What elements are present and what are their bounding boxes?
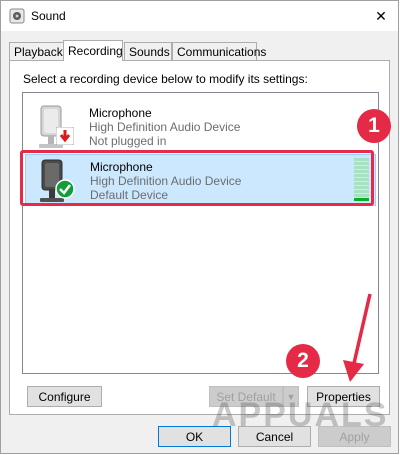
cancel-button[interactable]: Cancel	[238, 426, 311, 447]
green-check-icon	[55, 179, 75, 199]
chevron-down-icon: ▼	[286, 391, 296, 402]
instruction-text: Select a recording device below to modif…	[23, 72, 308, 86]
tab-recording[interactable]: Recording	[63, 40, 123, 61]
title-bar: Sound ✕	[1, 1, 398, 31]
device-item-microphone-unplugged[interactable]: Microphone High Definition Audio Device …	[25, 101, 376, 153]
close-icon: ✕	[375, 7, 387, 24]
configure-button[interactable]: Configure	[27, 386, 102, 407]
tab-label: Sounds	[129, 45, 170, 59]
ok-button[interactable]: OK	[158, 426, 231, 447]
apply-button[interactable]: Apply	[318, 426, 391, 447]
tab-communications[interactable]: Communications	[172, 42, 266, 60]
close-button[interactable]: ✕	[364, 1, 398, 31]
device-list[interactable]: Microphone High Definition Audio Device …	[22, 92, 379, 374]
tab-label: Playback	[14, 45, 63, 59]
step-badge-1: 1	[357, 109, 391, 143]
tab-label: Communications	[177, 45, 267, 59]
arrow-annotation-icon	[343, 293, 372, 382]
tab-label: Recording	[68, 44, 123, 58]
step-badge-2: 2	[286, 344, 320, 378]
button-label: Apply	[339, 429, 370, 444]
button-label: Properties	[316, 389, 371, 404]
tab-playback[interactable]: Playback	[9, 42, 64, 60]
red-down-arrow-icon	[56, 127, 74, 145]
set-default-button[interactable]: Set Default	[209, 386, 283, 407]
button-label: Configure	[38, 389, 91, 404]
badge-number: 2	[297, 349, 309, 372]
button-label: Cancel	[255, 429, 294, 444]
badge-number: 1	[368, 114, 380, 137]
set-default-dropdown[interactable]: ▼	[283, 386, 299, 407]
button-label: Set Default	[216, 389, 276, 404]
recording-panel: Select a recording device below to modif…	[9, 60, 390, 415]
device-status: Default Device	[90, 188, 169, 202]
button-label: OK	[185, 429, 204, 444]
tab-sounds[interactable]: Sounds	[124, 42, 172, 60]
window-title: Sound	[31, 9, 66, 23]
device-name: Microphone	[90, 160, 153, 174]
device-name: Microphone	[89, 106, 152, 120]
speaker-icon	[9, 8, 25, 24]
device-description: High Definition Audio Device	[89, 120, 241, 134]
level-meter	[354, 158, 369, 202]
device-status: Not plugged in	[89, 134, 167, 148]
device-item-microphone-default[interactable]: Microphone High Definition Audio Device …	[25, 154, 376, 206]
device-description: High Definition Audio Device	[90, 174, 242, 188]
